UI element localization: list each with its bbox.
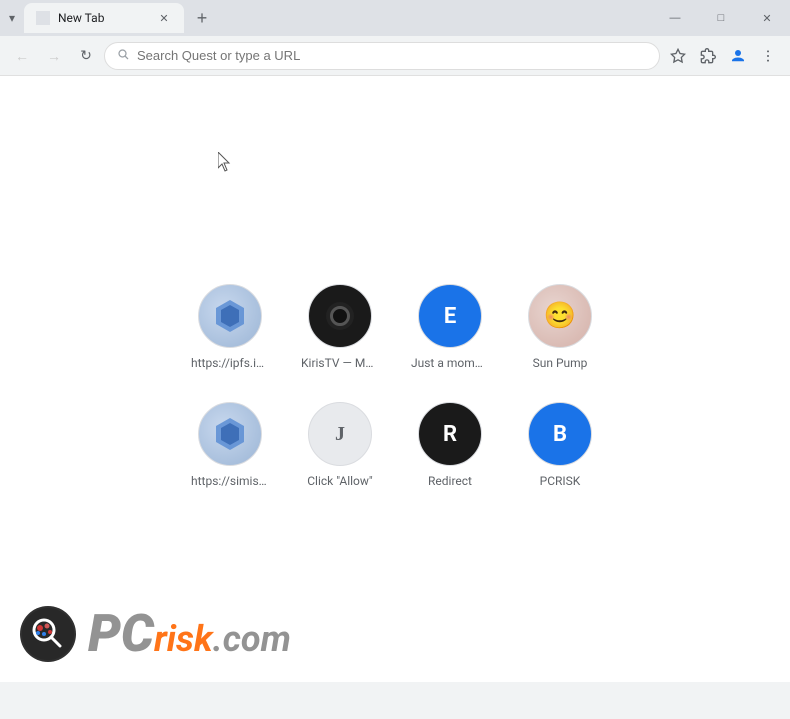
speed-dial-item-click[interactable]: J Click "Allow" [293, 394, 387, 496]
extensions-button[interactable] [694, 42, 722, 70]
speed-dial-item-sunpump[interactable]: 😊 Sun Pump [513, 276, 607, 378]
speed-dial-label-simise: https://simise... [191, 474, 269, 488]
speed-dial-item-just[interactable]: E Just a mome... [403, 276, 497, 378]
maximize-button[interactable]: □ [698, 3, 744, 33]
speed-dial-icon-just: E [418, 284, 482, 348]
pcrisk-logo-text: PC risk .com [88, 608, 291, 660]
refresh-button[interactable]: ↻ [72, 42, 100, 70]
speed-dial-grid: https://ipfs.io... KirisTV — Mo... E Just … [183, 276, 607, 496]
pcrisk-pc-text: PC [88, 608, 154, 660]
url-input[interactable] [137, 48, 647, 63]
profile-button[interactable] [724, 42, 752, 70]
mouse-cursor [218, 152, 230, 170]
speed-dial-label-sunpump: Sun Pump [521, 356, 599, 370]
close-button[interactable]: ✕ [744, 3, 790, 33]
pcrisk-risk-text: risk [154, 621, 213, 657]
search-icon [117, 48, 129, 63]
speed-dial-icon-ipfs1 [198, 284, 262, 348]
window-controls: — □ ✕ [652, 3, 790, 33]
speed-dial-item-ipfs1[interactable]: https://ipfs.io... [183, 276, 277, 378]
tab-title: New Tab [58, 11, 148, 25]
forward-button[interactable]: → [40, 42, 68, 70]
pcrisk-dotcom-text: .com [213, 621, 291, 657]
tab-favicon [36, 11, 50, 25]
pcrisk-watermark: PC risk .com [20, 606, 291, 662]
speed-dial-icon-kiris [308, 284, 372, 348]
speed-dial-label-ipfs1: https://ipfs.io... [191, 356, 269, 370]
speed-dial-label-kiris: KirisTV — Mo... [301, 356, 379, 370]
browser-tab[interactable]: New Tab ✕ [24, 3, 184, 33]
minimize-button[interactable]: — [652, 3, 698, 33]
bookmark-button[interactable] [664, 42, 692, 70]
speed-dial-item-redirect[interactable]: R Redirect [403, 394, 497, 496]
speed-dial-icon-redirect: R [418, 402, 482, 466]
speed-dial-item-pcrisk[interactable]: B PCRISK [513, 394, 607, 496]
speed-dial-item-simise[interactable]: https://simise... [183, 394, 277, 496]
tab-close-button[interactable]: ✕ [156, 10, 172, 26]
speed-dial-icon-pcrisk: B [528, 402, 592, 466]
title-bar: ▾ New Tab ✕ + — □ ✕ [0, 0, 790, 36]
menu-button[interactable] [754, 42, 782, 70]
speed-dial-icon-click: J [308, 402, 372, 466]
speed-dial-icon-simise [198, 402, 262, 466]
pcrisk-logo-icon [20, 606, 76, 662]
address-bar-actions [664, 42, 782, 70]
speed-dial-label-just: Just a mome... [411, 356, 489, 370]
speed-dial-item-kiris[interactable]: KirisTV — Mo... [293, 276, 387, 378]
page-content: https://ipfs.io... KirisTV — Mo... E Just … [0, 76, 790, 682]
address-bar[interactable] [104, 42, 660, 70]
speed-dial-label-pcrisk: PCRISK [521, 474, 599, 488]
new-tab-button[interactable]: + [188, 4, 216, 32]
address-bar-row: ← → ↻ [0, 36, 790, 76]
speed-dial-icon-sunpump: 😊 [528, 284, 592, 348]
back-button[interactable]: ← [8, 42, 36, 70]
speed-dial-label-click: Click "Allow" [301, 474, 379, 488]
speed-dial-label-redirect: Redirect [411, 474, 489, 488]
tab-list-button[interactable]: ▾ [4, 10, 20, 26]
